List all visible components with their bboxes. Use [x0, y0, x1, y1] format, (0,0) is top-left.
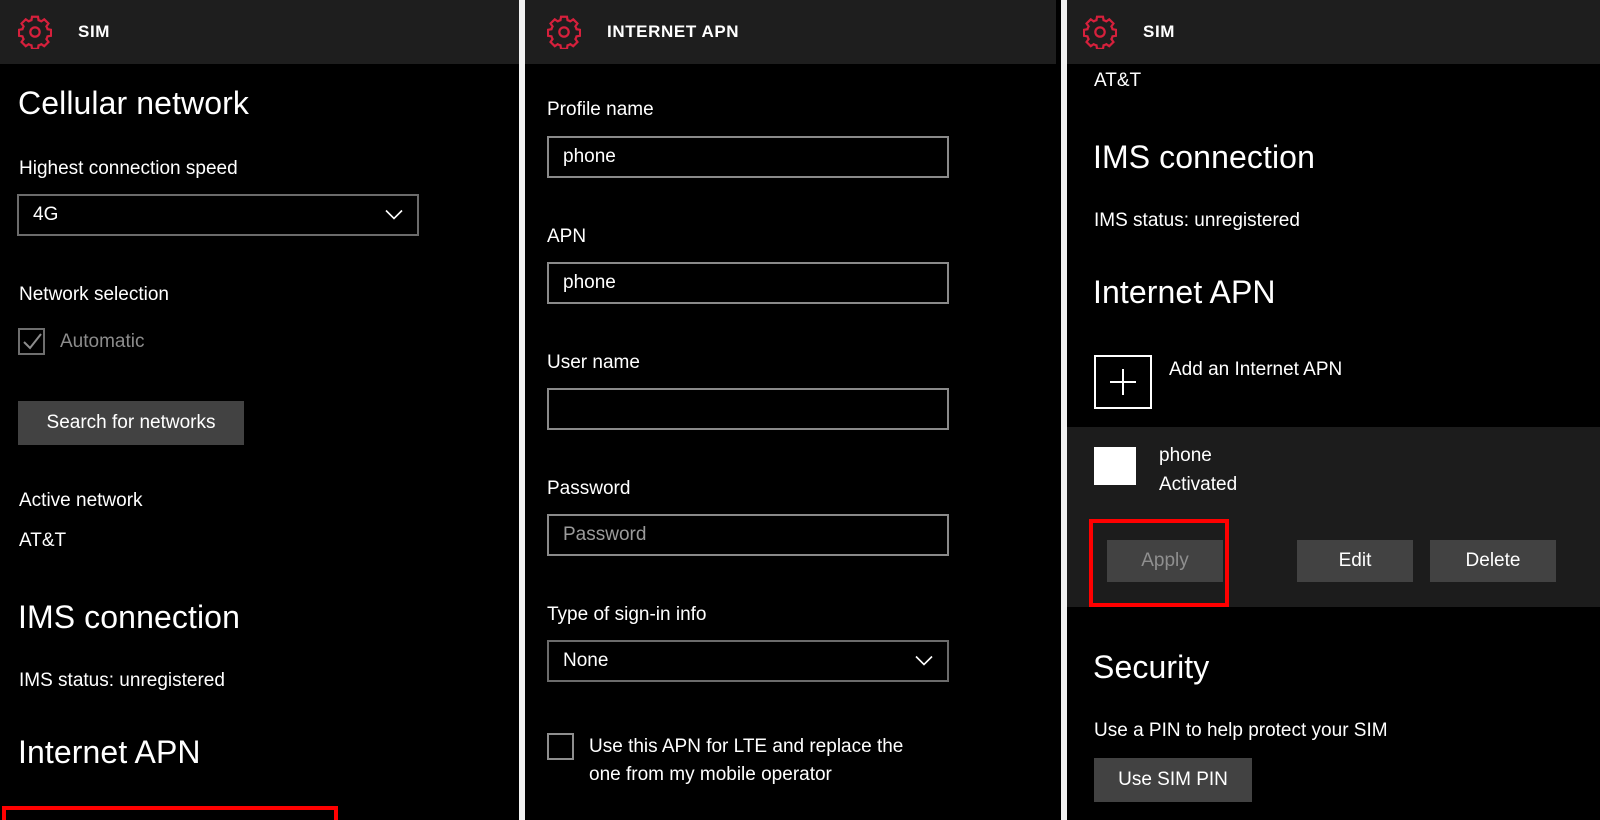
apn-profile-row[interactable]: phone Activated Apply Edit Delete	[1067, 427, 1600, 607]
search-for-networks-button[interactable]: Search for networks	[18, 401, 244, 445]
titlebar-left: SIM	[0, 0, 519, 64]
gear-icon	[1083, 15, 1117, 49]
panel-sim-apn-list: SIM AT&T IMS connection IMS status: unre…	[1067, 0, 1600, 820]
type-of-sign-in-info-value: None	[563, 650, 609, 671]
label-network-selection: Network selection	[19, 284, 169, 305]
label-profile-name: Profile name	[547, 99, 654, 120]
apn-input[interactable]: phone	[547, 262, 949, 304]
label-active-network: Active network	[19, 490, 143, 511]
edit-button[interactable]: Edit	[1297, 540, 1413, 582]
gear-icon	[18, 15, 52, 49]
lte-apn-checkbox-row[interactable]: Use this APN for LTE and replace the one…	[547, 733, 987, 788]
titlebar-middle: INTERNET APN	[525, 0, 1056, 64]
apn-profile-name: phone	[1159, 445, 1212, 466]
titlebar-title-middle: INTERNET APN	[607, 22, 740, 41]
label-type-of-sign-in-info: Type of sign-in info	[547, 604, 707, 625]
type-of-sign-in-info-select[interactable]: None	[547, 640, 949, 682]
lte-apn-checkbox-label-line2: one from my mobile operator	[589, 763, 832, 785]
profile-name-value: phone	[563, 146, 616, 167]
heading-ims-connection-right: IMS connection	[1093, 139, 1315, 175]
lte-apn-checkbox-label-line1: Use this APN for LTE and replace the	[589, 736, 904, 757]
titlebar-right: SIM	[1067, 0, 1600, 64]
titlebar-title-left: SIM	[78, 22, 111, 41]
add-internet-apn-label: Add an Internet APN	[1169, 359, 1343, 380]
heading-security: Security	[1093, 649, 1210, 685]
chevron-down-icon	[915, 655, 933, 666]
label-highest-connection-speed: Highest connection speed	[19, 158, 238, 179]
lte-apn-checkbox[interactable]	[547, 733, 574, 760]
profile-name-input[interactable]: phone	[547, 136, 949, 178]
highest-connection-speed-value: 4G	[33, 204, 59, 225]
screenshot-root: SIM Cellular network Highest connection …	[0, 0, 1600, 820]
checkmark-icon	[23, 333, 42, 350]
heading-internet-apn-right: Internet APN	[1093, 274, 1276, 310]
lte-apn-checkbox-label: Use this APN for LTE and replace the one…	[589, 733, 903, 788]
page-title-cellular-network: Cellular network	[18, 85, 250, 121]
password-input[interactable]: Password	[547, 514, 949, 556]
use-sim-pin-button[interactable]: Use SIM PIN	[1094, 758, 1252, 802]
delete-button[interactable]: Delete	[1430, 540, 1556, 582]
heading-ims-connection-left: IMS connection	[18, 599, 240, 635]
active-network-value: AT&T	[19, 530, 67, 551]
active-network-value-right: AT&T	[1094, 70, 1142, 91]
label-apn: APN	[547, 226, 587, 247]
gear-icon	[547, 15, 581, 49]
automatic-checkbox-row[interactable]: Automatic	[18, 328, 144, 356]
security-description: Use a PIN to help protect your SIM	[1094, 720, 1388, 741]
apn-profile-swatch-icon	[1094, 447, 1136, 485]
apn-profile-status: Activated	[1159, 474, 1238, 495]
apply-button[interactable]: Apply	[1107, 540, 1223, 582]
heading-internet-apn-left: Internet APN	[18, 734, 201, 770]
panel-sim-cellular: SIM Cellular network Highest connection …	[0, 0, 519, 820]
user-name-input[interactable]	[547, 388, 949, 430]
password-placeholder: Password	[563, 524, 647, 545]
label-password: Password	[547, 478, 631, 499]
automatic-checkbox-label: Automatic	[60, 331, 145, 352]
panel-internet-apn-editor: INTERNET APN Profile name phone APN phon…	[525, 0, 1056, 820]
titlebar-title-right: SIM	[1143, 22, 1176, 41]
highest-connection-speed-select[interactable]: 4G	[17, 194, 419, 236]
label-user-name: User name	[547, 352, 640, 373]
ims-status-right: IMS status: unregistered	[1094, 210, 1300, 231]
ims-status-left: IMS status: unregistered	[19, 670, 225, 691]
add-internet-apn-button[interactable]	[1094, 355, 1152, 409]
automatic-checkbox[interactable]	[18, 328, 45, 355]
chevron-down-icon	[385, 209, 403, 220]
red-highlight-internet-apn-left	[2, 806, 338, 820]
apn-value: phone	[563, 272, 616, 293]
